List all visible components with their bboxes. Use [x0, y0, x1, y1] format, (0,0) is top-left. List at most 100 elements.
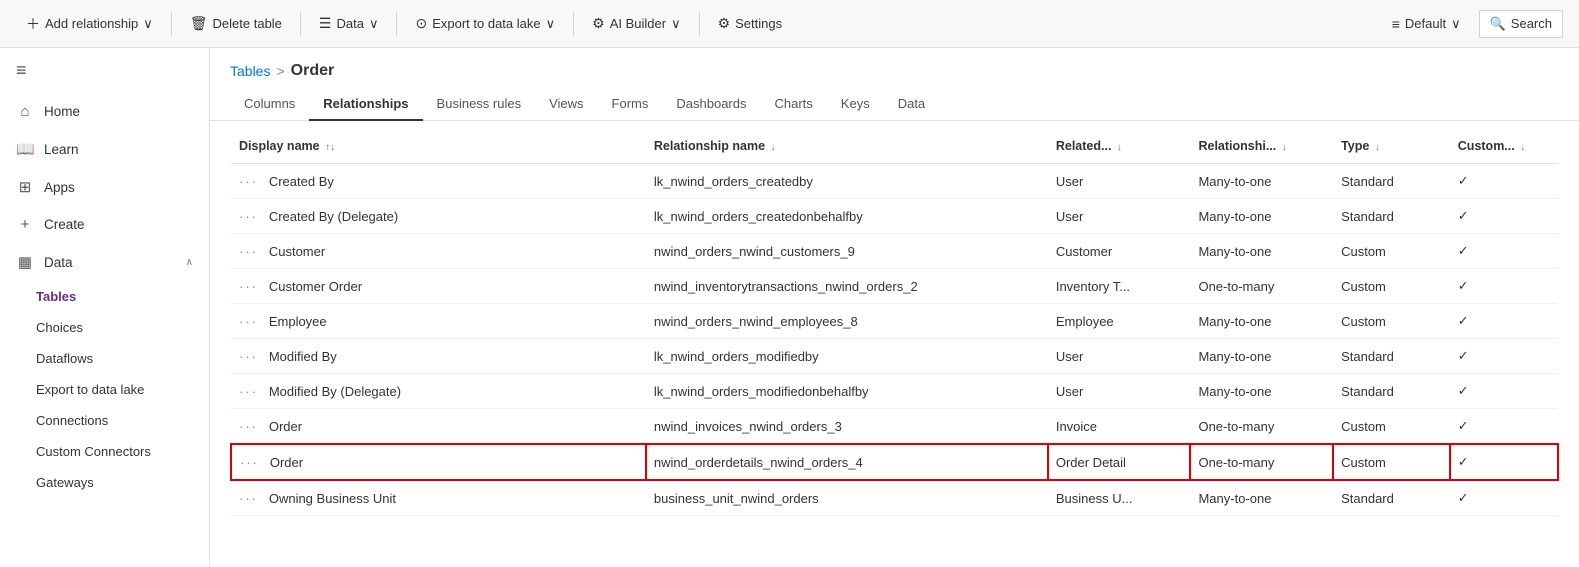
checkmark-icon: ✓	[1458, 208, 1469, 223]
row-ellipsis[interactable]: ···	[239, 279, 258, 294]
sidebar-item-create[interactable]: + Create	[0, 206, 209, 243]
th-relationship-name[interactable]: Relationship name ↓	[646, 129, 1048, 164]
row-ellipsis[interactable]: ···	[239, 174, 258, 189]
export-data-lake-button[interactable]: ⊙ Export to data lake ∨	[405, 9, 565, 38]
table-row[interactable]: ··· Owning Business Unit business_unit_n…	[231, 480, 1558, 516]
cell-display: ··· Owning Business Unit	[231, 480, 646, 516]
cell-rel-type: Many-to-one	[1190, 339, 1333, 374]
cell-custom: ✓	[1450, 234, 1558, 269]
tab-relationships[interactable]: Relationships	[309, 88, 422, 121]
cell-custom: ✓	[1450, 444, 1558, 480]
settings-button[interactable]: ⚙ Settings	[708, 9, 793, 38]
tab-charts[interactable]: Charts	[761, 88, 827, 121]
plus-icon: ＋	[26, 14, 40, 34]
sort-related-icon: ↓	[1117, 142, 1122, 153]
row-ellipsis[interactable]: ···	[239, 244, 258, 259]
tab-data[interactable]: Data	[884, 88, 939, 121]
sidebar-sub-item-gateways[interactable]: Gateways	[0, 467, 209, 498]
table-row[interactable]: ··· Modified By (Delegate) lk_nwind_orde…	[231, 374, 1558, 409]
cell-rel-name: nwind_orderdetails_nwind_orders_4	[646, 444, 1048, 480]
cell-type: Custom	[1333, 444, 1450, 480]
row-ellipsis[interactable]: ···	[239, 384, 258, 399]
ai-builder-button[interactable]: ⚙ AI Builder ∨	[582, 9, 690, 38]
sidebar-sub-item-custom-connectors[interactable]: Custom Connectors	[0, 436, 209, 467]
th-rel-type[interactable]: Relationshi... ↓	[1190, 129, 1333, 164]
table-row[interactable]: ··· Customer Order nwind_inventorytransa…	[231, 269, 1558, 304]
cell-related: User	[1048, 339, 1191, 374]
th-customizable[interactable]: Custom... ↓	[1450, 129, 1558, 164]
row-ellipsis[interactable]: ···	[239, 349, 258, 364]
tab-dashboards[interactable]: Dashboards	[662, 88, 760, 121]
cell-type: Standard	[1333, 480, 1450, 516]
cell-display: ··· Created By (Delegate)	[231, 199, 646, 234]
tabs-bar: Columns Relationships Business rules Vie…	[210, 88, 1579, 121]
table-header-row: Display name ↑↓ Relationship name ↓ Rela…	[231, 129, 1558, 164]
cell-display: ··· Order	[231, 409, 646, 445]
data-button[interactable]: ☰ Data ∨	[309, 9, 389, 38]
row-ellipsis[interactable]: ···	[239, 419, 258, 434]
cell-related: User	[1048, 164, 1191, 199]
checkmark-icon: ✓	[1458, 278, 1469, 293]
data-chevron: ∨	[369, 16, 379, 32]
cell-rel-type: Many-to-one	[1190, 480, 1333, 516]
tab-forms[interactable]: Forms	[598, 88, 663, 121]
cell-type: Custom	[1333, 409, 1450, 445]
table-row[interactable]: ··· Customer nwind_orders_nwind_customer…	[231, 234, 1558, 269]
sidebar-item-apps[interactable]: ⊞ Apps	[0, 168, 209, 206]
data-nav-icon: ▦	[16, 253, 34, 271]
data-expand-icon: ∧	[186, 257, 193, 268]
th-related[interactable]: Related... ↓	[1048, 129, 1191, 164]
sidebar-sub-item-export[interactable]: Export to data lake	[0, 374, 209, 405]
ai-icon: ⚙	[592, 15, 605, 32]
cell-related: Order Detail	[1048, 444, 1191, 480]
delete-table-button[interactable]: 🗑 Delete table	[180, 9, 292, 38]
default-button[interactable]: ≡ Default ∨	[1382, 10, 1471, 38]
table-row[interactable]: ··· Created By lk_nwind_orders_createdby…	[231, 164, 1558, 199]
add-relationship-button[interactable]: ＋ Add relationship ∨	[16, 8, 163, 40]
filter-icon: ≡	[1392, 16, 1400, 32]
search-button[interactable]: 🔍 Search	[1479, 10, 1563, 38]
export-chevron: ∨	[546, 16, 556, 32]
sidebar-sub-item-choices[interactable]: Choices	[0, 312, 209, 343]
sidebar-item-learn[interactable]: 📖 Learn	[0, 130, 209, 168]
row-ellipsis[interactable]: ···	[239, 491, 258, 506]
tab-columns[interactable]: Columns	[230, 88, 309, 121]
toolbar-right: ≡ Default ∨ 🔍 Search	[1382, 10, 1563, 38]
cell-display: ··· Created By	[231, 164, 646, 199]
cell-rel-name: lk_nwind_orders_createdonbehalfby	[646, 199, 1048, 234]
table-row[interactable]: ··· Employee nwind_orders_nwind_employee…	[231, 304, 1558, 339]
cell-type: Custom	[1333, 234, 1450, 269]
tab-views[interactable]: Views	[535, 88, 597, 121]
row-ellipsis[interactable]: ···	[240, 455, 259, 470]
th-display-name[interactable]: Display name ↑↓	[231, 129, 646, 164]
cell-display: ··· Customer Order	[231, 269, 646, 304]
learn-icon: 📖	[16, 140, 34, 158]
sidebar-sub-item-tables[interactable]: Tables	[0, 281, 209, 312]
cell-related: Employee	[1048, 304, 1191, 339]
sidebar-item-home[interactable]: ⌂ Home	[0, 93, 209, 130]
sidebar-sub-item-connections[interactable]: Connections	[0, 405, 209, 436]
tab-business-rules[interactable]: Business rules	[423, 88, 536, 121]
sort-display-icon: ↑↓	[325, 142, 335, 153]
cell-custom: ✓	[1450, 409, 1558, 445]
table-row[interactable]: ··· Modified By lk_nwind_orders_modified…	[231, 339, 1558, 374]
sidebar-hamburger[interactable]: ≡	[0, 48, 209, 93]
breadcrumb-tables-link[interactable]: Tables	[230, 63, 270, 79]
table-row[interactable]: ··· Order nwind_orderdetails_nwind_order…	[231, 444, 1558, 480]
checkmark-icon: ✓	[1458, 418, 1469, 433]
row-ellipsis[interactable]: ···	[239, 314, 258, 329]
cell-type: Standard	[1333, 374, 1450, 409]
ai-chevron: ∨	[671, 16, 681, 32]
cell-rel-name: lk_nwind_orders_createdby	[646, 164, 1048, 199]
add-relationship-chevron: ∨	[143, 16, 153, 32]
tab-keys[interactable]: Keys	[827, 88, 884, 121]
table-row[interactable]: ··· Order nwind_invoices_nwind_orders_3 …	[231, 409, 1558, 445]
cell-rel-type: Many-to-one	[1190, 304, 1333, 339]
th-type[interactable]: Type ↓	[1333, 129, 1450, 164]
table-row[interactable]: ··· Created By (Delegate) lk_nwind_order…	[231, 199, 1558, 234]
sidebar-item-data[interactable]: ▦ Data ∧	[0, 243, 209, 281]
cell-related: Invoice	[1048, 409, 1191, 445]
sidebar-sub-item-dataflows[interactable]: Dataflows	[0, 343, 209, 374]
row-ellipsis[interactable]: ···	[239, 209, 258, 224]
sidebar: ≡ ⌂ Home 📖 Learn ⊞ Apps + Create ▦ Data …	[0, 48, 210, 567]
